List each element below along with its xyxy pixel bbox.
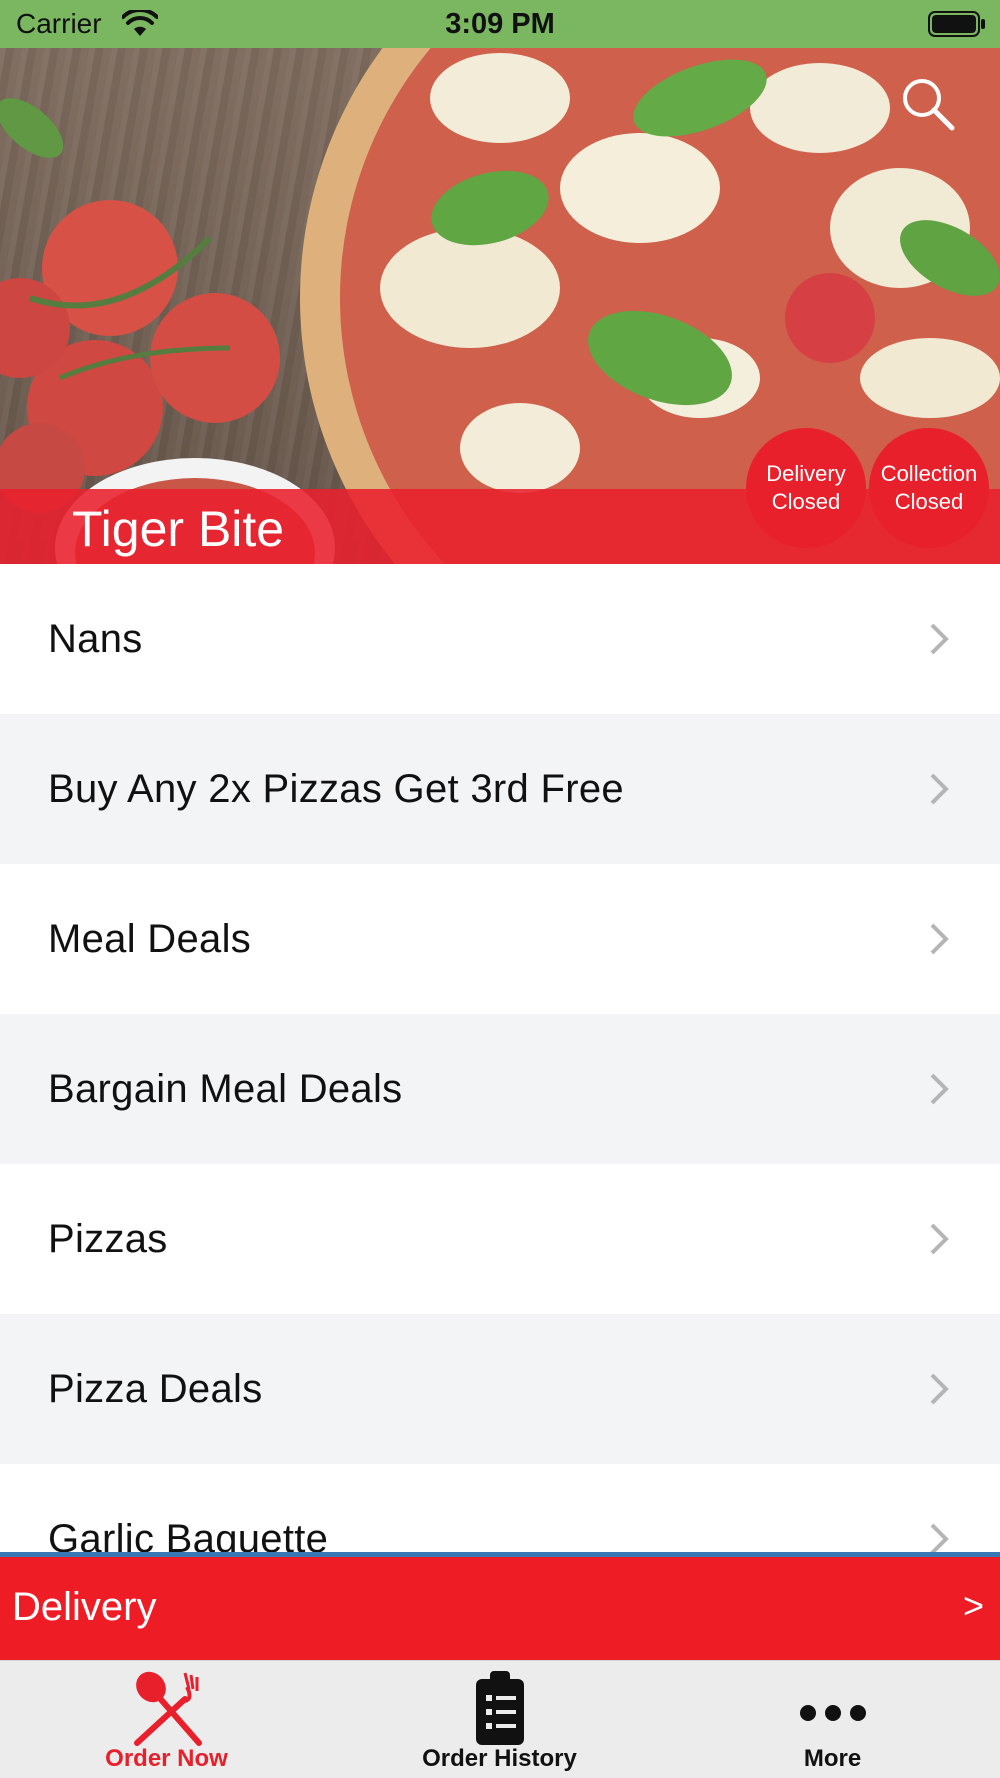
- chevron-right-icon: [930, 1223, 949, 1255]
- chevron-right-icon: [930, 1373, 949, 1405]
- badge-line: Closed: [894, 489, 964, 514]
- tab-order-history[interactable]: Order History: [333, 1661, 666, 1778]
- tab-label: Order Now: [105, 1745, 228, 1772]
- menu-item-label: Pizza Deals: [48, 1366, 263, 1411]
- menu-item-buy-2-get-3rd-free[interactable]: Buy Any 2x Pizzas Get 3rd Free: [0, 714, 1000, 864]
- menu-item-label: Buy Any 2x Pizzas Get 3rd Free: [48, 766, 624, 811]
- chevron-right-icon: [930, 923, 949, 955]
- menu-item-bargain-meal-deals[interactable]: Bargain Meal Deals: [0, 1014, 1000, 1164]
- chevron-right-icon: [930, 773, 949, 805]
- battery-icon: [928, 11, 985, 37]
- delivery-status-badge: Delivery Closed: [746, 428, 866, 548]
- menu-item-label: Meal Deals: [48, 916, 252, 961]
- collection-status-badge: Collection Closed: [869, 428, 989, 548]
- badge-line: Collection: [880, 461, 978, 486]
- menu-item-label: Pizzas: [48, 1216, 168, 1261]
- tab-label: More: [803, 1745, 862, 1772]
- menu-item-label: Bargain Meal Deals: [48, 1066, 403, 1111]
- delivery-label: Delivery: [12, 1585, 157, 1629]
- tab-more[interactable]: More: [666, 1661, 999, 1778]
- delivery-mode-button[interactable]: Delivery >: [0, 1557, 1000, 1660]
- menu-category-list: Nans Buy Any 2x Pizzas Get 3rd Free Meal…: [0, 564, 1000, 1556]
- restaurant-name: Tiger Bite: [72, 501, 285, 557]
- menu-item-pizza-deals[interactable]: Pizza Deals: [0, 1314, 1000, 1464]
- menu-item-label: Garlic Baguette: [48, 1516, 329, 1557]
- chevron-right-icon: [930, 1523, 949, 1555]
- search-icon[interactable]: [900, 76, 956, 132]
- status-bar: Carrier 3:09 PM: [0, 0, 1000, 48]
- more-dots-icon: [799, 1705, 866, 1721]
- menu-item-garlic-baguette[interactable]: Garlic Baguette: [0, 1464, 1000, 1556]
- chevron-right-icon: [930, 623, 949, 655]
- hero-banner: Tiger Bite Delivery Closed Collection Cl…: [0, 48, 1000, 564]
- tab-label: Order History: [422, 1745, 577, 1772]
- delivery-arrow: >: [962, 1585, 984, 1626]
- tab-bar: Order Now Order History More: [0, 1660, 1000, 1778]
- badge-line: Closed: [771, 489, 841, 514]
- chevron-right-icon: [930, 1073, 949, 1105]
- menu-item-pizzas[interactable]: Pizzas: [0, 1164, 1000, 1314]
- tab-order-now[interactable]: Order Now: [0, 1661, 333, 1778]
- menu-item-label: Nans: [48, 616, 143, 661]
- badge-line: Delivery: [766, 461, 846, 486]
- menu-item-nans[interactable]: Nans: [0, 564, 1000, 714]
- menu-item-meal-deals[interactable]: Meal Deals: [0, 864, 1000, 1014]
- clipboard-icon: [475, 1671, 524, 1745]
- status-time: 3:09 PM: [445, 8, 555, 40]
- fork-knife-icon: [133, 1671, 202, 1746]
